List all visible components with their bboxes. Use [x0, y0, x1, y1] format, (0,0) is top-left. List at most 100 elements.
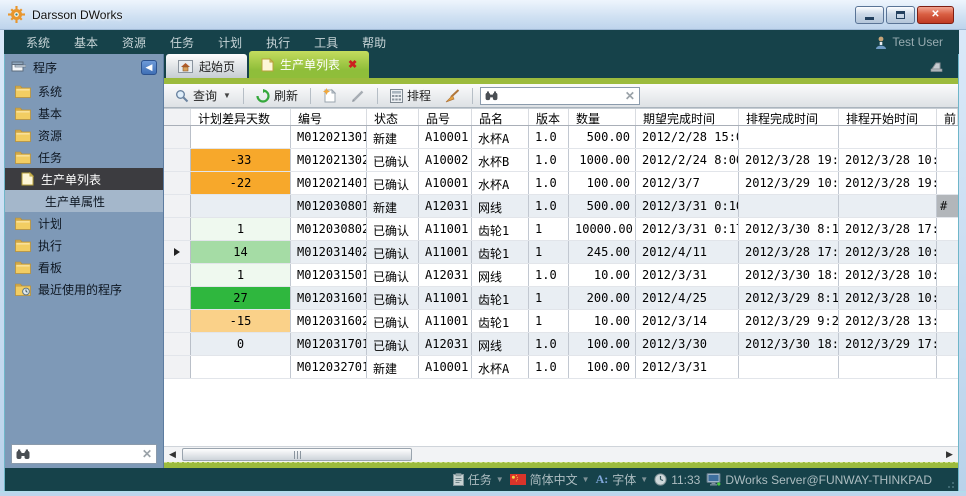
column-header-8[interactable]: 排程完成时间 [739, 109, 839, 125]
toolbar-search-clear-icon[interactable]: ✕ [625, 89, 635, 103]
column-header-9[interactable]: 排程开始时间 [839, 109, 937, 125]
sidebar-item-5[interactable]: 生产单属性 [5, 190, 163, 212]
sched-end-cell[interactable]: 2012/3/30 18:00 [739, 264, 839, 286]
pin-icon[interactable] [928, 60, 946, 74]
tab-start-page[interactable]: 起始页 [166, 54, 247, 78]
row-selector[interactable] [164, 356, 191, 378]
close-button[interactable]: ✕ [917, 6, 954, 24]
menu-item-2[interactable]: 资源 [110, 30, 158, 55]
column-header-2[interactable]: 状态 [367, 109, 419, 125]
due-cell[interactable]: 2012/2/24 8:00 [636, 149, 739, 171]
column-header-10[interactable]: 前 [937, 109, 958, 125]
code-cell[interactable]: M012021302 [291, 149, 367, 171]
sched-start-cell[interactable] [839, 195, 937, 217]
code-cell[interactable]: M012031602 [291, 310, 367, 332]
sched-start-cell[interactable]: 2012/3/28 13:40 [839, 310, 937, 332]
part-no-cell[interactable]: A10001 [419, 172, 472, 194]
part-name-cell[interactable]: 水杯A [472, 356, 529, 378]
overflow-cell[interactable] [937, 333, 958, 355]
part-no-cell[interactable]: A11001 [419, 287, 472, 309]
sched-start-cell[interactable]: 2012/3/28 19:10 [839, 172, 937, 194]
row-selector[interactable] [164, 218, 191, 240]
plan-diff-days-cell[interactable]: -22 [191, 172, 291, 194]
plan-diff-days-cell[interactable]: 27 [191, 287, 291, 309]
status-cell[interactable]: 已确认 [367, 172, 419, 194]
overflow-cell[interactable] [937, 310, 958, 332]
part-no-cell[interactable]: A11001 [419, 218, 472, 240]
part-no-cell[interactable]: A12031 [419, 195, 472, 217]
scroll-right-arrow-icon[interactable]: ▶ [941, 447, 958, 462]
plan-diff-days-cell[interactable]: 0 [191, 333, 291, 355]
version-cell[interactable]: 1 [529, 218, 569, 240]
overflow-cell[interactable] [937, 149, 958, 171]
overflow-cell[interactable] [937, 172, 958, 194]
clean-button[interactable] [440, 87, 465, 105]
part-name-cell[interactable]: 水杯B [472, 149, 529, 171]
part-name-cell[interactable]: 网线 [472, 333, 529, 355]
plan-diff-days-cell[interactable]: 14 [191, 241, 291, 263]
row-selector[interactable] [164, 149, 191, 171]
sched-end-cell[interactable] [739, 356, 839, 378]
version-cell[interactable]: 1.0 [529, 126, 569, 148]
plan-diff-days-cell[interactable]: 1 [191, 264, 291, 286]
due-cell[interactable]: 2012/4/11 [636, 241, 739, 263]
row-selector[interactable] [164, 126, 191, 148]
row-selector[interactable] [164, 310, 191, 332]
version-cell[interactable]: 1.0 [529, 195, 569, 217]
row-selector[interactable] [164, 333, 191, 355]
overflow-cell[interactable] [937, 241, 958, 263]
part-no-cell[interactable]: A12031 [419, 264, 472, 286]
part-name-cell[interactable]: 齿轮1 [472, 241, 529, 263]
qty-cell[interactable]: 1000.00 [569, 149, 636, 171]
qty-cell[interactable]: 10000.00 [569, 218, 636, 240]
qty-cell[interactable]: 245.00 [569, 241, 636, 263]
refresh-button[interactable]: 刷新 [251, 85, 303, 106]
status-server[interactable]: DWorks Server@FUNWAY-THINKPAD [706, 473, 932, 487]
part-name-cell[interactable]: 齿轮1 [472, 310, 529, 332]
row-selector[interactable] [164, 287, 191, 309]
qty-cell[interactable]: 10.00 [569, 264, 636, 286]
menu-item-0[interactable]: 系统 [14, 30, 62, 55]
overflow-cell[interactable] [937, 218, 958, 240]
due-cell[interactable]: 2012/2/28 15:00 [636, 126, 739, 148]
qty-cell[interactable]: 10.00 [569, 310, 636, 332]
menu-item-1[interactable]: 基本 [62, 30, 110, 55]
query-button[interactable]: 查询 ▼ [170, 85, 236, 106]
menu-item-4[interactable]: 计划 [206, 30, 254, 55]
version-cell[interactable]: 1.0 [529, 333, 569, 355]
qty-cell[interactable]: 100.00 [569, 172, 636, 194]
overflow-cell[interactable] [937, 287, 958, 309]
code-cell[interactable]: M012032701 [291, 356, 367, 378]
qty-cell[interactable]: 100.00 [569, 356, 636, 378]
status-cell[interactable]: 已确认 [367, 218, 419, 240]
scrollbar-thumb[interactable] [182, 448, 412, 461]
sidebar-item-3[interactable]: 任务 [5, 146, 163, 168]
status-cell[interactable]: 新建 [367, 195, 419, 217]
row-selector[interactable] [164, 195, 191, 217]
sidebar-collapse-button[interactable]: ◀ [141, 60, 157, 75]
overflow-cell[interactable] [937, 264, 958, 286]
plan-diff-days-cell[interactable]: -33 [191, 149, 291, 171]
part-name-cell[interactable]: 齿轮1 [472, 218, 529, 240]
plan-diff-days-cell[interactable]: -15 [191, 310, 291, 332]
sched-end-cell[interactable]: 2012/3/30 8:15 [739, 218, 839, 240]
plan-diff-days-cell[interactable] [191, 195, 291, 217]
code-cell[interactable]: M012030801 [291, 195, 367, 217]
sched-end-cell[interactable]: 2012/3/29 8:15 [739, 287, 839, 309]
sched-start-cell[interactable]: 2012/3/28 10:52 [839, 149, 937, 171]
sched-end-cell[interactable] [739, 126, 839, 148]
status-font-menu[interactable]: A: 字体 ▼ [596, 471, 649, 488]
sidebar-item-0[interactable]: 系统 [5, 80, 163, 102]
minimize-button[interactable] [855, 6, 884, 24]
sched-start-cell[interactable]: 2012/3/28 10:52 [839, 287, 937, 309]
qty-cell[interactable]: 100.00 [569, 333, 636, 355]
status-cell[interactable]: 已确认 [367, 264, 419, 286]
sidebar-item-1[interactable]: 基本 [5, 102, 163, 124]
status-cell[interactable]: 已确认 [367, 333, 419, 355]
qty-cell[interactable]: 500.00 [569, 195, 636, 217]
status-task-menu[interactable]: 任务 ▼ [453, 471, 504, 488]
overflow-cell[interactable] [937, 126, 958, 148]
column-header-7[interactable]: 期望完成时间 [636, 109, 739, 125]
qty-cell[interactable]: 500.00 [569, 126, 636, 148]
code-cell[interactable]: M012031701 [291, 333, 367, 355]
